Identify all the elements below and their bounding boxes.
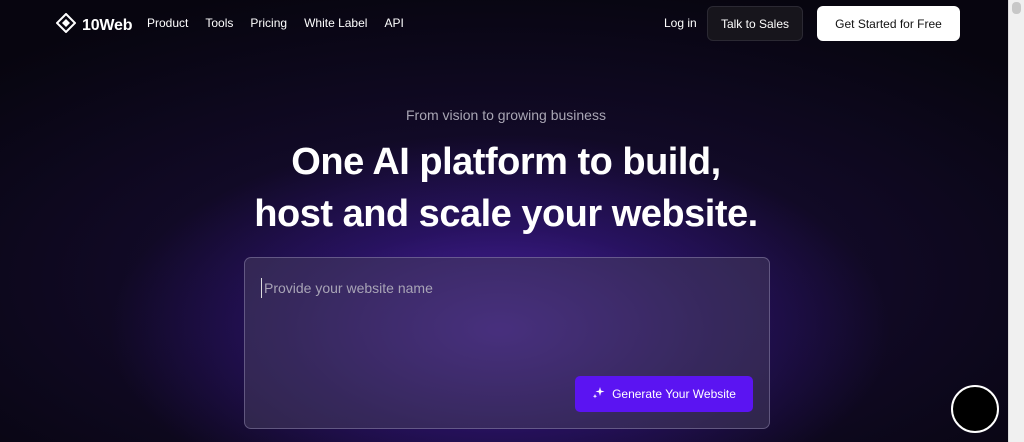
hero-headline: One AI platform to build, host and scale… <box>0 136 1008 240</box>
nav-links: Product Tools Pricing White Label API <box>147 16 404 30</box>
page: 10Web Product Tools Pricing White Label … <box>0 0 1008 442</box>
logo-text: 10Web <box>82 16 133 34</box>
hero-eyebrow: From vision to growing business <box>406 107 606 123</box>
sparkles-icon <box>592 386 605 402</box>
website-prompt-box: Generate Your Website <box>244 257 770 429</box>
nav-link-pricing[interactable]: Pricing <box>250 16 287 30</box>
generate-button-label: Generate Your Website <box>612 387 736 401</box>
scrollbar[interactable] <box>1008 0 1024 442</box>
nav-link-api[interactable]: API <box>384 16 403 30</box>
nav-link-tools[interactable]: Tools <box>205 16 233 30</box>
headline-line-1: One AI platform to build, <box>291 141 721 183</box>
nav-link-white-label[interactable]: White Label <box>304 16 367 30</box>
logo[interactable]: 10Web <box>55 12 133 38</box>
login-link[interactable]: Log in <box>664 16 697 30</box>
scrollbar-thumb[interactable] <box>1012 2 1021 14</box>
headline-line-2: host and scale your website. <box>254 193 758 235</box>
nav-link-product[interactable]: Product <box>147 16 188 30</box>
get-started-button[interactable]: Get Started for Free <box>817 6 960 41</box>
10web-logo-icon <box>55 12 77 38</box>
generate-website-button[interactable]: Generate Your Website <box>575 376 753 412</box>
chat-launcher-icon[interactable] <box>951 385 999 433</box>
talk-to-sales-button[interactable]: Talk to Sales <box>707 6 803 41</box>
top-navigation: 10Web Product Tools Pricing White Label … <box>0 0 1008 46</box>
website-name-input[interactable] <box>261 278 741 298</box>
